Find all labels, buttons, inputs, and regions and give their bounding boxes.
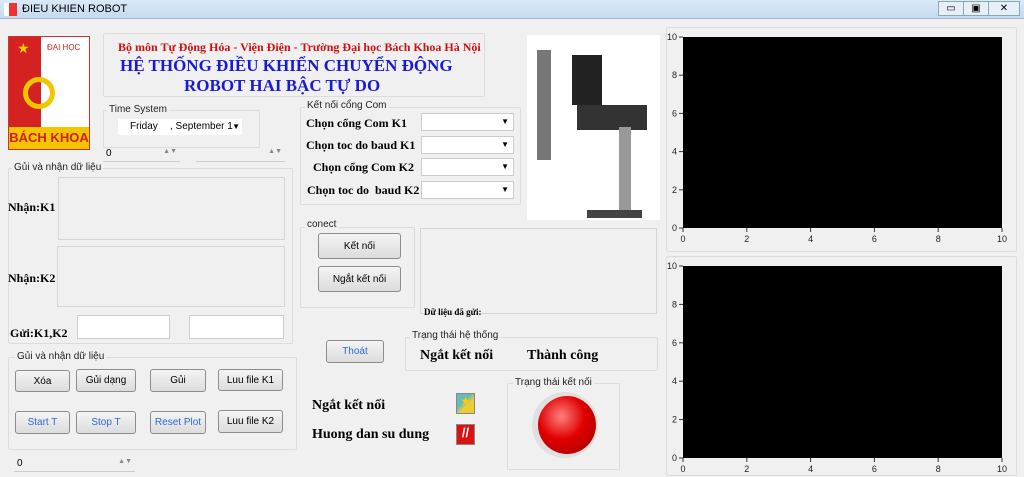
x-tick-label: 4 — [808, 464, 813, 474]
y-tick-label: 6 — [672, 338, 677, 348]
x-tick-label: 6 — [872, 464, 877, 474]
y-tick-label: 2 — [672, 185, 677, 195]
y-tick-label: 10 — [667, 261, 677, 271]
charts-svg: 0 2 4 6 8 10 0 2 4 6 8 10 0 2 4 6 8 10 0 2 4 6 8 10 — [667, 32, 1007, 474]
y-tick-label: 0 — [672, 453, 677, 463]
y-tick-label: 0 — [672, 223, 677, 233]
x-tick-label: 10 — [997, 464, 1007, 474]
y-tick-label: 8 — [672, 70, 677, 80]
plot-area — [683, 266, 1002, 458]
plot-area — [683, 37, 1002, 228]
x-tick-label: 10 — [997, 234, 1007, 244]
x-tick-label: 2 — [744, 464, 749, 474]
x-tick-label: 0 — [680, 234, 685, 244]
y-tick-label: 4 — [672, 376, 677, 386]
y-tick-label: 4 — [672, 147, 677, 157]
y-tick-label: 2 — [672, 415, 677, 425]
x-tick-label: 0 — [680, 464, 685, 474]
x-tick-label: 8 — [936, 464, 941, 474]
x-tick-label: 8 — [936, 234, 941, 244]
y-tick-label: 8 — [672, 299, 677, 309]
x-tick-label: 2 — [744, 234, 749, 244]
y-tick-label: 6 — [672, 108, 677, 118]
x-tick-label: 4 — [808, 234, 813, 244]
x-tick-label: 6 — [872, 234, 877, 244]
y-tick-label: 10 — [667, 32, 677, 42]
